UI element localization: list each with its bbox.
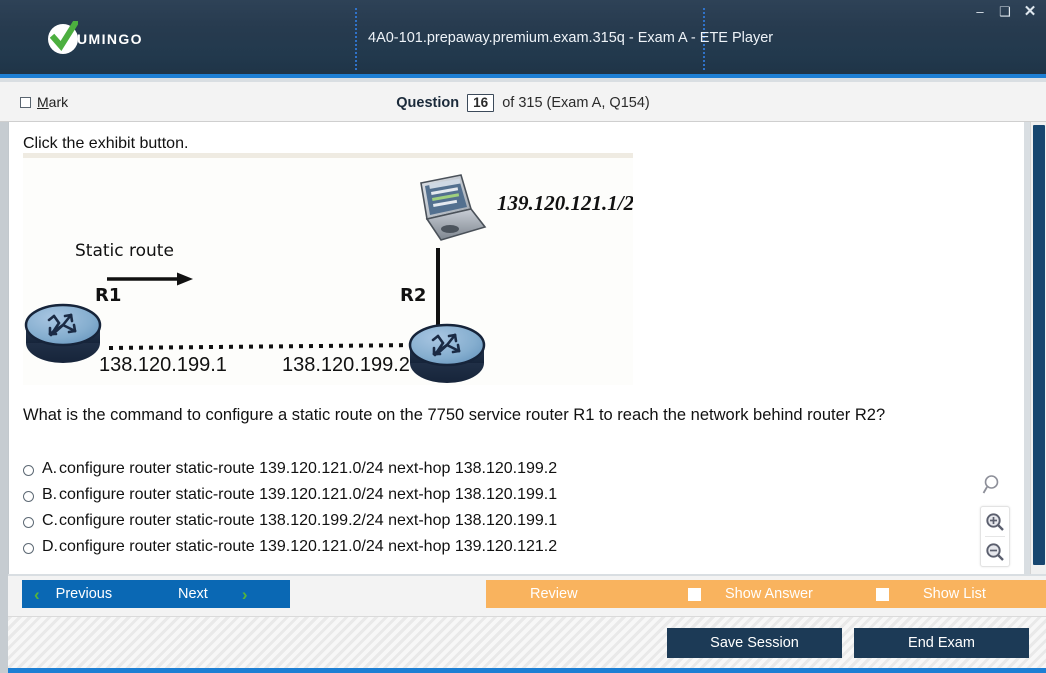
show-list-label: Show List [923, 586, 986, 602]
router-r1-icon [24, 303, 102, 363]
question-total: of 315 (Exam A, Q154) [502, 95, 650, 111]
router-r2-label: R2 [400, 285, 426, 306]
title-bar: UMINGO 4A0-101.prepaway.premium.exam.315… [0, 0, 1046, 78]
answer-options: A. configure router static-route 139.120.… [23, 460, 983, 564]
zoom-panel [980, 506, 1010, 567]
host-ip-label: 139.120.121.1/24 [497, 191, 633, 215]
chevron-right-icon: › [241, 584, 248, 604]
check-icon [48, 21, 78, 54]
maximize-icon[interactable]: ❑ [997, 5, 1013, 18]
option-a-radio[interactable] [23, 465, 34, 476]
option-b-radio[interactable] [23, 491, 34, 502]
option-c-body: configure router static-route 138.120.19… [59, 512, 558, 529]
static-route-label: Static route [75, 241, 174, 261]
window-controls: – ❑ ✕ [972, 4, 1038, 19]
logo-text: UMINGO [77, 31, 143, 47]
router-r2-icon [408, 323, 486, 383]
router-r2-ip: 138.120.199.2 [282, 354, 410, 376]
option-c-radio[interactable] [23, 517, 34, 528]
titlebar-divider-left [355, 8, 357, 70]
save-session-label: Save Session [710, 635, 799, 651]
exhibit-image: 139.120.121.1/24 Static route R1 138.120… [23, 153, 633, 385]
option-b-letter: B. [42, 486, 58, 503]
show-list-checkbox[interactable] [876, 587, 889, 601]
question-text: What is the command to configure a stati… [23, 406, 886, 424]
next-button-label: Next [178, 586, 208, 602]
network-topology-diagram: 139.120.121.1/24 Static route R1 138.120… [23, 153, 633, 385]
router-r1-ip: 138.120.199.1 [99, 354, 227, 376]
show-list-button[interactable]: Show List [860, 580, 1046, 608]
option-a[interactable]: A. configure router static-route 139.120.… [23, 460, 983, 486]
end-exam-label: End Exam [908, 635, 975, 651]
option-b-text: B. configure router static-route 139.120.… [42, 486, 557, 504]
chevron-left-icon: ‹ [34, 584, 40, 604]
option-d-letter: D. [42, 538, 58, 555]
option-a-text: A. configure router static-route 139.120.… [42, 460, 557, 478]
scrollbar-thumb[interactable] [1033, 125, 1045, 565]
zoom-out-icon[interactable] [981, 537, 1009, 566]
next-button[interactable]: Next › [154, 580, 290, 608]
ete-player-window: UMINGO 4A0-101.prepaway.premium.exam.315… [0, 0, 1046, 673]
navigation-toolbar: ‹ Previous Next › Review Show Answer Sho… [8, 576, 1046, 616]
option-d[interactable]: D.configure router static-route 139.120.… [23, 538, 983, 564]
save-session-button[interactable]: Save Session [667, 628, 842, 658]
magnifier-icon[interactable] [982, 474, 1004, 501]
window-title: 4A0-101.prepaway.premium.exam.315q - Exa… [368, 30, 774, 46]
end-exam-button[interactable]: End Exam [854, 628, 1029, 658]
previous-button-label: Previous [55, 586, 113, 602]
option-c[interactable]: C.configure router static-route 138.120.… [23, 512, 983, 538]
vumingo-logo: UMINGO [48, 21, 143, 54]
option-a-body: configure router static-route 139.120.12… [59, 460, 558, 477]
router-r1-label: R1 [95, 285, 121, 306]
previous-button[interactable]: ‹ Previous [22, 580, 158, 608]
minimize-icon[interactable]: – [972, 5, 988, 18]
show-answer-checkbox[interactable] [688, 587, 701, 601]
content-scrollbar[interactable] [1030, 122, 1046, 574]
question-number-input[interactable]: 16 [467, 94, 495, 112]
zoom-in-icon[interactable] [981, 507, 1009, 536]
option-c-letter: C. [42, 512, 58, 529]
option-c-text: C.configure router static-route 138.120.… [42, 512, 557, 530]
option-d-radio[interactable] [23, 543, 34, 554]
question-word: Question [396, 95, 460, 111]
option-a-letter: A. [42, 460, 58, 477]
left-gutter [0, 82, 8, 673]
option-d-text: D.configure router static-route 139.120.… [42, 538, 557, 556]
bottom-bar: Save Session End Exam [8, 616, 1046, 673]
question-counter: Question 16 of 315 (Exam A, Q154) [0, 94, 1046, 112]
option-d-body: configure router static-route 139.120.12… [59, 538, 558, 555]
show-answer-label: Show Answer [725, 586, 813, 602]
option-b[interactable]: B. configure router static-route 139.120.… [23, 486, 983, 512]
option-b-body: configure router static-route 139.120.12… [59, 486, 558, 503]
review-button-label: Review [530, 586, 578, 602]
close-icon[interactable]: ✕ [1022, 4, 1038, 19]
question-content-pane: Click the exhibit button. 139.120.121.1/… [8, 122, 1024, 574]
show-answer-button[interactable]: Show Answer [672, 580, 866, 608]
exhibit-lead-text: Click the exhibit button. [23, 135, 189, 152]
question-header: Mark Question 16 of 315 (Exam A, Q154) [0, 82, 1046, 122]
